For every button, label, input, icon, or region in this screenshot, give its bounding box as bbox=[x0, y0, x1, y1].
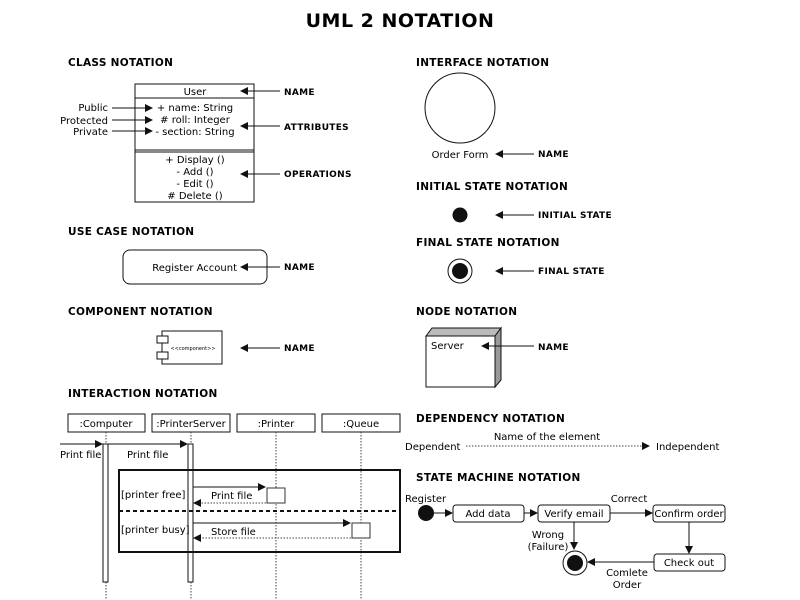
interaction-notation-section: INTERACTION NOTATION :Computer :PrinterS… bbox=[60, 388, 401, 600]
component-stereotype: <<component>> bbox=[170, 346, 215, 352]
initial-state-icon bbox=[452, 207, 468, 223]
callout-name: NAME bbox=[284, 263, 315, 273]
visibility-label-public: Public bbox=[78, 103, 108, 114]
component-notation-heading: COMPONENT NOTATION bbox=[68, 306, 213, 318]
fragment-guard: [printer busy] bbox=[121, 525, 190, 536]
state-label: Check out bbox=[664, 558, 714, 569]
state-machine-notation-heading: STATE MACHINE NOTATION bbox=[416, 472, 581, 484]
component-port-icon bbox=[156, 335, 169, 344]
dependency-target: Independent bbox=[656, 442, 719, 453]
class-notation-section: CLASS NOTATION User + name: String # rol… bbox=[60, 57, 352, 203]
class-operation: - Edit () bbox=[176, 179, 213, 190]
dependency-notation-heading: DEPENDENCY NOTATION bbox=[416, 413, 565, 425]
fragment-guard: [printer free] bbox=[121, 490, 186, 501]
visibility-label-protected: Protected bbox=[60, 116, 108, 127]
visibility-label-private: Private bbox=[73, 127, 108, 138]
state-label: Confirm order bbox=[654, 509, 724, 520]
interface-notation-section: INTERFACE NOTATION Order Form NAME bbox=[416, 57, 569, 161]
lifeline-label: :PrinterServer bbox=[156, 419, 226, 430]
callout-name: NAME bbox=[284, 88, 315, 98]
node-notation-heading: NODE NOTATION bbox=[416, 306, 517, 318]
message-label: Print file bbox=[60, 450, 101, 461]
class-operation: - Add () bbox=[176, 167, 213, 178]
component-port-icon bbox=[156, 351, 169, 360]
class-attribute: + name: String bbox=[157, 103, 233, 114]
lifeline-label: :Computer bbox=[79, 419, 133, 430]
lifeline-label: :Printer bbox=[258, 419, 296, 430]
uml-notation-diagram: UML 2 NOTATION CLASS NOTATION User + nam… bbox=[60, 10, 726, 600]
page-title: UML 2 NOTATION bbox=[306, 10, 495, 32]
state-label: Verify email bbox=[544, 509, 603, 520]
message-label: Store file bbox=[211, 527, 256, 538]
final-state-notation-section: FINAL STATE NOTATION FINAL STATE bbox=[416, 237, 605, 284]
interface-name: Order Form bbox=[432, 150, 489, 161]
component-notation-section: COMPONENT NOTATION <<component>> NAME bbox=[68, 306, 315, 365]
callout-operations: OPERATIONS bbox=[284, 170, 352, 180]
transition-label-wrong: (Failure) bbox=[528, 542, 569, 553]
state-machine-notation-section: STATE MACHINE NOTATION Register Add data… bbox=[405, 472, 726, 591]
callout-attributes: ATTRIBUTES bbox=[284, 123, 349, 133]
final-state-notation-heading: FINAL STATE NOTATION bbox=[416, 237, 560, 249]
node-notation-section: NODE NOTATION Server NAME bbox=[416, 306, 569, 389]
dependency-source: Dependent bbox=[405, 442, 461, 453]
interface-notation-heading: INTERFACE NOTATION bbox=[416, 57, 549, 69]
class-notation-heading: CLASS NOTATION bbox=[68, 57, 173, 69]
lifeline-label: :Queue bbox=[343, 419, 379, 430]
interaction-notation-heading: INTERACTION NOTATION bbox=[68, 388, 218, 400]
final-state-icon bbox=[452, 263, 468, 279]
final-state-icon bbox=[567, 555, 583, 571]
callout-initial-state: INITIAL STATE bbox=[538, 211, 612, 221]
node-top-face bbox=[425, 327, 502, 337]
use-case-name: Register Account bbox=[152, 263, 237, 274]
activation-bar bbox=[102, 443, 109, 583]
activation-bar bbox=[187, 443, 194, 583]
class-operation: # Delete () bbox=[167, 191, 222, 202]
initial-state-notation-section: INITIAL STATE NOTATION INITIAL STATE bbox=[416, 181, 612, 223]
activation-box bbox=[351, 522, 371, 539]
transition-label-wrong: Wrong bbox=[532, 530, 564, 541]
transition-label-complete: Order bbox=[613, 580, 642, 591]
transition-label-correct: Correct bbox=[611, 494, 648, 505]
message-label: Print file bbox=[211, 491, 252, 502]
use-case-notation-section: USE CASE NOTATION Register Account NAME bbox=[68, 226, 315, 285]
class-box: User + name: String # roll: Integer - se… bbox=[134, 83, 255, 203]
callout-final-state: FINAL STATE bbox=[538, 267, 605, 277]
dependency-element-name: Name of the element bbox=[494, 432, 600, 443]
class-operation: + Display () bbox=[165, 155, 224, 166]
message-label: Print file bbox=[127, 450, 168, 461]
callout-name: NAME bbox=[284, 344, 315, 354]
state-label: Add data bbox=[465, 509, 510, 520]
dependency-notation-section: DEPENDENCY NOTATION Name of the element … bbox=[405, 413, 719, 453]
callout-name: NAME bbox=[538, 343, 569, 353]
transition-label-complete: Comlete bbox=[606, 568, 648, 579]
node-side-face bbox=[494, 326, 502, 389]
class-attribute: # roll: Integer bbox=[160, 115, 231, 126]
initial-state-notation-heading: INITIAL STATE NOTATION bbox=[416, 181, 568, 193]
class-attribute: - section: String bbox=[155, 127, 234, 138]
interface-circle bbox=[424, 72, 496, 144]
initial-state-icon bbox=[418, 505, 434, 521]
activation-box bbox=[266, 487, 286, 504]
callout-name: NAME bbox=[538, 150, 569, 160]
transition-label-register: Register bbox=[405, 494, 447, 505]
node-name: Server bbox=[431, 341, 465, 352]
use-case-notation-heading: USE CASE NOTATION bbox=[68, 226, 194, 238]
class-name: User bbox=[184, 87, 208, 98]
